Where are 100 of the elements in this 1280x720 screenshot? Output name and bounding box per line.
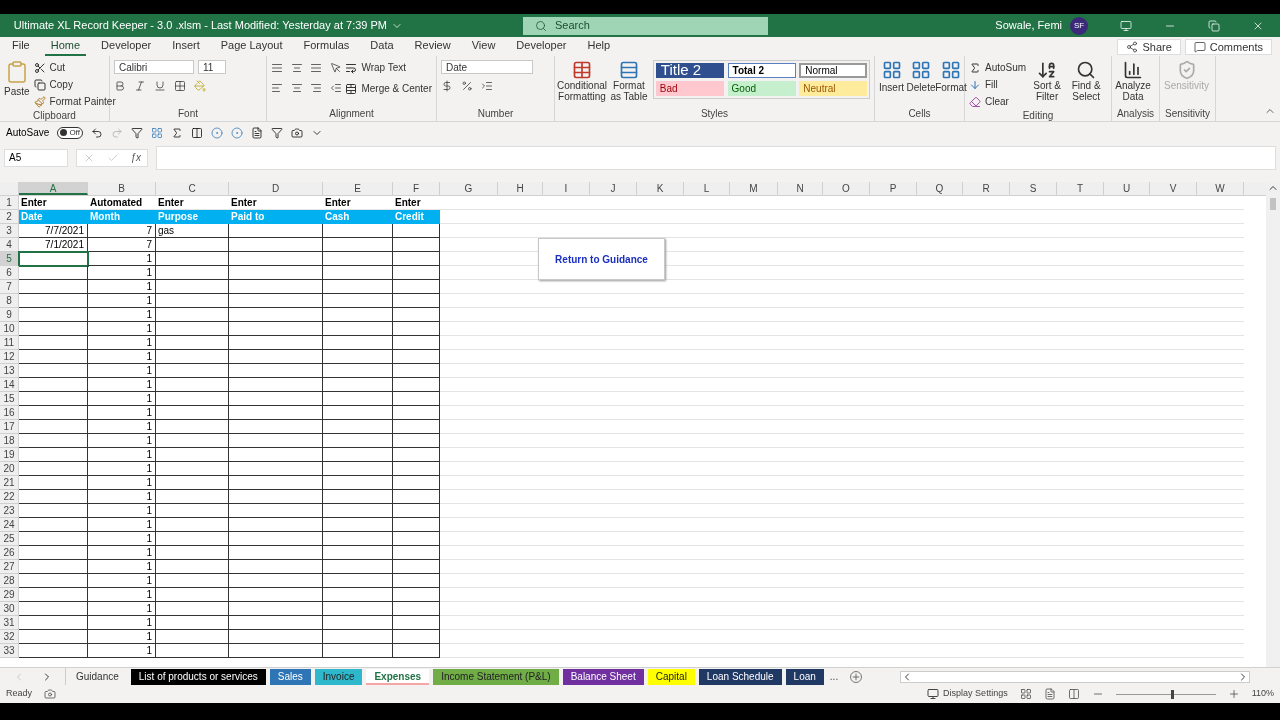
percent-icon[interactable] xyxy=(461,80,473,92)
table-cell[interactable] xyxy=(156,602,229,616)
decimal-icon[interactable] xyxy=(481,80,493,92)
table-cell[interactable] xyxy=(156,280,229,294)
column-header[interactable]: M xyxy=(730,182,778,195)
table-cell[interactable]: 1 xyxy=(88,252,156,266)
underline-icon[interactable] xyxy=(154,80,166,92)
table-cell[interactable] xyxy=(393,560,440,574)
column-header[interactable]: S xyxy=(1010,182,1057,195)
menu-tab[interactable]: Developer xyxy=(95,38,158,56)
menu-tab[interactable]: Data xyxy=(364,38,400,56)
macro-icon[interactable] xyxy=(44,688,56,700)
table-cell[interactable] xyxy=(323,350,393,364)
table-cell[interactable] xyxy=(323,504,393,518)
table-cell[interactable] xyxy=(323,448,393,462)
column-header[interactable]: Q xyxy=(917,182,963,195)
name-box[interactable]: A5 xyxy=(4,148,68,167)
table-cell[interactable] xyxy=(229,546,323,560)
menu-tab[interactable]: Insert xyxy=(166,38,206,56)
table-cell[interactable] xyxy=(229,322,323,336)
row-header[interactable]: 25 xyxy=(0,532,19,546)
table-cell[interactable] xyxy=(323,266,393,280)
table-cell[interactable] xyxy=(229,238,323,252)
table-cell[interactable] xyxy=(229,392,323,406)
wrap-text-button[interactable]: Wrap Text xyxy=(345,60,432,75)
function-icon[interactable]: ƒx xyxy=(130,150,142,165)
table-cell[interactable] xyxy=(229,518,323,532)
table-cell[interactable]: 1 xyxy=(88,518,156,532)
table-cell[interactable] xyxy=(323,294,393,308)
find-select-button[interactable]: Find & Select xyxy=(1068,60,1105,102)
column-header[interactable]: J xyxy=(590,182,637,195)
table-cell[interactable]: 1 xyxy=(88,644,156,658)
table-cell[interactable]: 1 xyxy=(88,490,156,504)
menu-tab[interactable]: Page Layout xyxy=(214,38,289,56)
column-header[interactable]: G xyxy=(440,182,498,195)
more-sheets[interactable]: ... xyxy=(829,669,839,684)
table-cell[interactable] xyxy=(393,434,440,448)
table-cell[interactable] xyxy=(323,224,393,238)
table-cell[interactable] xyxy=(229,602,323,616)
paste-button[interactable]: Paste xyxy=(4,60,30,99)
table-cell[interactable] xyxy=(229,560,323,574)
restore-icon[interactable] xyxy=(1208,19,1220,32)
table-cell[interactable] xyxy=(393,294,440,308)
table-cell[interactable]: 1 xyxy=(88,266,156,280)
table-cell[interactable] xyxy=(19,280,88,294)
normal-view-icon[interactable] xyxy=(1019,688,1032,700)
table-cell[interactable]: 7 xyxy=(88,224,156,238)
conditional-formatting-button[interactable]: Conditional Formatting xyxy=(559,60,605,102)
row-header[interactable]: 30 xyxy=(0,602,19,616)
table-cell[interactable]: 1 xyxy=(88,364,156,378)
table-cell[interactable] xyxy=(19,518,88,532)
table-cell[interactable] xyxy=(229,644,323,658)
align-left-icon[interactable] xyxy=(271,82,283,94)
menu-tab[interactable]: View xyxy=(465,38,502,56)
autosum-button[interactable]: AutoSum xyxy=(969,60,1027,75)
table-cell[interactable] xyxy=(323,476,393,490)
sheet-tab[interactable]: Capital xyxy=(647,668,695,685)
table-cell[interactable] xyxy=(393,252,440,266)
fill-color-icon[interactable] xyxy=(194,80,206,92)
table-cell[interactable] xyxy=(393,308,440,322)
table-cell[interactable] xyxy=(323,378,393,392)
table-cell[interactable] xyxy=(156,392,229,406)
table-cell[interactable] xyxy=(19,336,88,350)
row-header[interactable]: 19 xyxy=(0,448,19,462)
table-cell[interactable] xyxy=(323,560,393,574)
table-cell[interactable]: 1 xyxy=(88,448,156,462)
table-cell[interactable] xyxy=(323,616,393,630)
sheet-tab[interactable]: Income Statement (P&L) xyxy=(433,668,559,685)
row-header[interactable]: 24 xyxy=(0,518,19,532)
cell-style[interactable]: Bad xyxy=(655,81,724,96)
row-header[interactable]: 20 xyxy=(0,462,19,476)
table-cell[interactable] xyxy=(323,546,393,560)
sheet-tab[interactable]: Invoice xyxy=(314,668,363,685)
return-to-guidance-button[interactable]: Return to Guidance xyxy=(538,238,665,280)
display-settings-button[interactable]: Display Settings xyxy=(927,687,1008,701)
table-cell[interactable] xyxy=(156,518,229,532)
table-cell[interactable] xyxy=(323,392,393,406)
align-middle-icon[interactable] xyxy=(290,62,303,74)
table-cell[interactable] xyxy=(229,336,323,350)
table-cell[interactable]: 1 xyxy=(88,420,156,434)
column-header[interactable]: P xyxy=(870,182,917,195)
font-size-field[interactable]: 11 xyxy=(198,60,226,74)
table-cell[interactable] xyxy=(19,602,88,616)
share-button[interactable]: Share xyxy=(1117,39,1181,55)
table-cell[interactable] xyxy=(19,266,88,280)
table-cell[interactable] xyxy=(393,238,440,252)
table-cell[interactable]: 1 xyxy=(88,476,156,490)
row-header[interactable]: 7 xyxy=(0,280,19,294)
column-header[interactable]: F xyxy=(393,182,440,195)
zoom-in-icon[interactable] xyxy=(1227,688,1240,700)
table-cell[interactable] xyxy=(229,378,323,392)
table-cell[interactable] xyxy=(393,476,440,490)
table-cell[interactable]: 1 xyxy=(88,616,156,630)
table-cell[interactable] xyxy=(19,434,88,448)
table-cell[interactable] xyxy=(19,294,88,308)
table-cell[interactable] xyxy=(156,476,229,490)
table-cell[interactable] xyxy=(19,630,88,644)
table-cell[interactable] xyxy=(323,630,393,644)
copy-button[interactable]: Copy xyxy=(33,77,116,92)
table-cell[interactable] xyxy=(19,560,88,574)
